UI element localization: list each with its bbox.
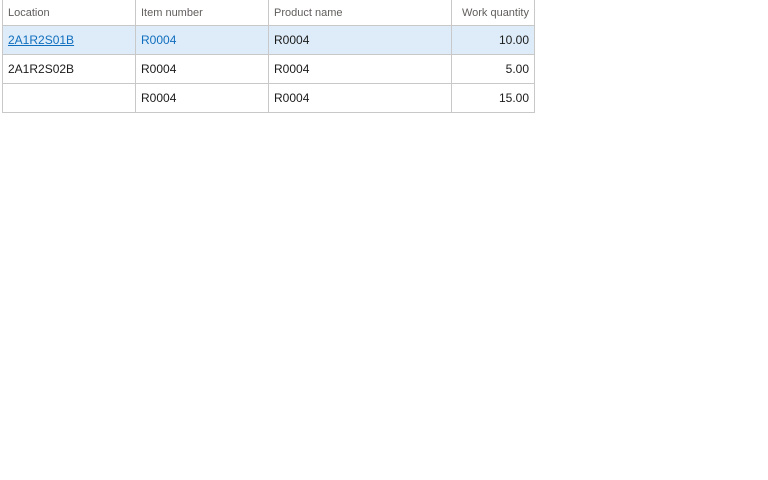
column-header-product-name[interactable]: Product name — [268, 0, 452, 26]
item-number-cell[interactable]: R0004 — [135, 83, 269, 113]
work-lines-grid: Location Item number Product name Work q… — [2, 0, 535, 113]
table-row[interactable]: 2A1R2S02B R0004 R0004 5.00 — [2, 54, 535, 84]
item-number-cell[interactable]: R0004 — [135, 25, 269, 55]
grid-header-row: Location Item number Product name Work q… — [2, 0, 535, 26]
work-quantity-cell[interactable]: 5.00 — [451, 54, 535, 84]
column-header-item-number[interactable]: Item number — [135, 0, 269, 26]
location-cell[interactable] — [2, 83, 136, 113]
item-number-cell[interactable]: R0004 — [135, 54, 269, 84]
location-link[interactable]: 2A1R2S01B — [8, 33, 74, 47]
product-name-cell[interactable]: R0004 — [268, 25, 452, 55]
location-cell[interactable]: 2A1R2S01B — [2, 25, 136, 55]
column-header-location[interactable]: Location — [2, 0, 136, 26]
work-quantity-cell[interactable]: 10.00 — [451, 25, 535, 55]
location-cell[interactable]: 2A1R2S02B — [2, 54, 136, 84]
product-name-cell[interactable]: R0004 — [268, 83, 452, 113]
table-row[interactable]: R0004 R0004 15.00 — [2, 83, 535, 113]
column-header-work-quantity[interactable]: Work quantity — [451, 0, 535, 26]
product-name-cell[interactable]: R0004 — [268, 54, 452, 84]
work-quantity-cell[interactable]: 15.00 — [451, 83, 535, 113]
table-row[interactable]: 2A1R2S01B R0004 R0004 10.00 — [2, 25, 535, 55]
